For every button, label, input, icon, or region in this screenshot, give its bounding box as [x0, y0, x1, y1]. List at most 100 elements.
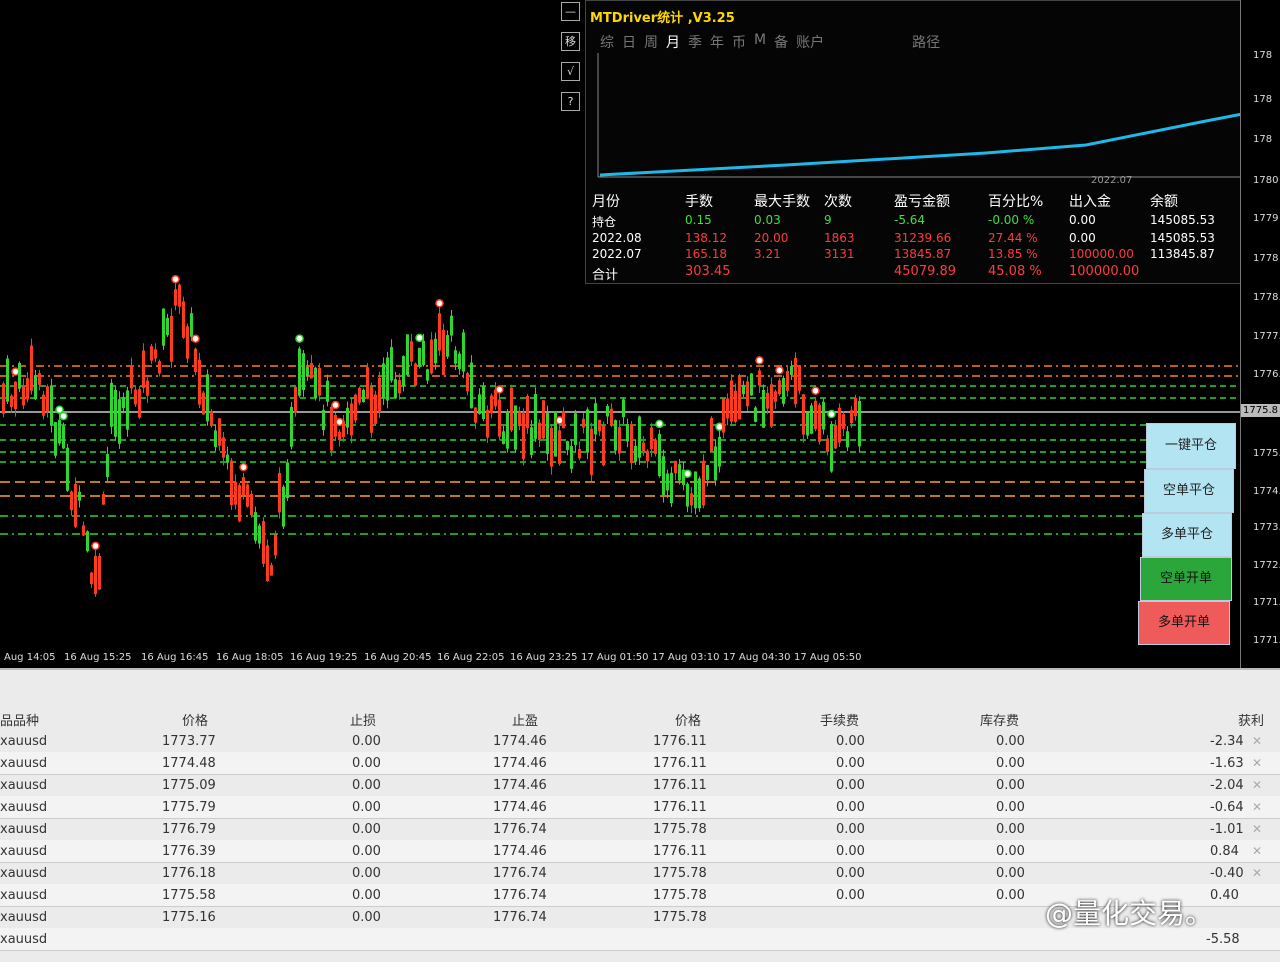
close-position-icon[interactable]: ✕ — [1252, 800, 1262, 814]
candle-body — [90, 572, 93, 585]
candle-body — [582, 418, 585, 428]
minimize-icon[interactable]: — — [561, 2, 580, 21]
candle-body — [818, 404, 821, 442]
col-price[interactable]: 价格 — [182, 710, 208, 729]
open-long-button[interactable]: 多单开单 — [1138, 601, 1230, 645]
close-position-icon[interactable]: ✕ — [1252, 756, 1262, 770]
candle-body — [94, 555, 97, 595]
candle-body — [750, 373, 753, 396]
price-chart[interactable]: — 移 √ ? MTDriver统计 ,V3.25 综 日 周 月 季 年 币 … — [0, 0, 1280, 668]
table-row[interactable]: xauusd 1775.09 0.00 1774.46 1776.11 0.00… — [0, 774, 1280, 797]
tab-year[interactable]: 年 — [710, 32, 724, 52]
tab-week[interactable]: 周 — [644, 32, 658, 52]
cell-pct: 13.85 % — [988, 247, 1038, 261]
col-symbol[interactable]: 品品种 — [0, 710, 39, 729]
candle-body — [238, 485, 241, 522]
tab-currency[interactable]: 币 — [732, 32, 746, 52]
tab-path[interactable]: 路径 — [912, 32, 940, 52]
table-row[interactable]: xauusd 1776.79 0.00 1776.74 1775.78 0.00… — [0, 818, 1280, 841]
candle-body — [278, 472, 281, 513]
tab-day[interactable]: 日 — [622, 32, 636, 52]
tab-quarter[interactable]: 季 — [688, 32, 702, 52]
check-icon[interactable]: √ — [561, 62, 580, 81]
close-position-icon[interactable]: ✕ — [1252, 778, 1262, 792]
cell-pnl: 13845.87 — [894, 247, 952, 261]
price-tick: 1778. — [1253, 292, 1280, 303]
col-profit[interactable]: 获利 — [1238, 710, 1264, 729]
cell-sl: 0.00 — [352, 888, 381, 903]
candle-body — [610, 408, 613, 425]
tab-month[interactable]: 月 — [666, 32, 680, 52]
col-swap[interactable]: 库存费 — [980, 710, 1019, 729]
col-tp[interactable]: 止盈 — [512, 710, 538, 729]
candle-body — [498, 399, 501, 437]
col-sl[interactable]: 止损 — [350, 710, 376, 729]
candle-body — [514, 405, 517, 450]
candle-body — [826, 438, 829, 452]
close-position-icon[interactable]: ✕ — [1252, 734, 1262, 748]
trade-marker — [755, 356, 764, 365]
close-long-button[interactable]: 多单平仓 — [1142, 513, 1232, 557]
tab-m[interactable]: M — [754, 32, 766, 52]
candle-body — [838, 407, 841, 443]
candle-body — [222, 437, 225, 458]
candle-body — [410, 341, 413, 362]
cell-price: 1775.79 — [162, 800, 216, 815]
trade-marker — [191, 334, 200, 343]
close-position-icon[interactable]: ✕ — [1252, 866, 1262, 880]
trade-marker — [827, 409, 836, 419]
candle-body — [26, 378, 29, 400]
cell-price: 1775.09 — [162, 778, 216, 793]
cell-fee: 0.00 — [836, 756, 865, 771]
close-position-icon[interactable]: ✕ — [1252, 844, 1262, 858]
cell-sl: 0.00 — [352, 822, 381, 837]
tab-account[interactable]: 账户 — [796, 32, 824, 52]
table-row[interactable]: xauusd 1776.39 0.00 1774.46 1776.11 0.00… — [0, 840, 1280, 863]
candle-body — [358, 387, 361, 403]
hdr-max-lots: 最大手数 — [754, 194, 810, 210]
candle-body — [346, 407, 349, 428]
candle-body — [86, 531, 89, 552]
candle-body — [78, 491, 81, 501]
candle-body — [594, 403, 597, 435]
col-current-price[interactable]: 价格 — [675, 710, 701, 729]
open-short-button[interactable]: 空单开单 — [1140, 557, 1232, 601]
close-all-button[interactable]: 一键平仓 — [1146, 423, 1236, 469]
candle-body — [370, 386, 373, 433]
trade-marker — [555, 416, 564, 425]
candle-body — [322, 409, 325, 431]
trade-marker — [331, 400, 340, 410]
candle-body — [726, 398, 729, 419]
candle-body — [178, 284, 181, 307]
close-short-button[interactable]: 空单平仓 — [1144, 469, 1234, 513]
candle-body — [710, 418, 713, 452]
current-price-label: 1775.8 — [1241, 404, 1280, 417]
candle-body — [374, 394, 377, 424]
help-icon[interactable]: ? — [561, 92, 580, 111]
candle-body — [326, 380, 329, 402]
col-fee[interactable]: 手续费 — [820, 710, 859, 729]
curve-date-label: 2022.07 — [1091, 175, 1132, 186]
candle-body — [102, 493, 105, 505]
candle-body — [458, 353, 461, 369]
candle-body — [270, 564, 273, 576]
candle-body — [42, 394, 45, 416]
cell-profit: -0.40 — [1210, 866, 1244, 881]
candle-body — [546, 413, 549, 454]
candle-body — [706, 464, 709, 480]
table-row[interactable]: xauusd 1773.77 0.00 1774.46 1776.11 0.00… — [0, 730, 1280, 753]
table-row[interactable]: xauusd 1775.79 0.00 1774.46 1776.11 0.00… — [0, 796, 1280, 819]
candle-body — [318, 367, 321, 396]
candle-body — [170, 315, 173, 362]
table-row[interactable]: xauusd 1774.48 0.00 1774.46 1776.11 0.00… — [0, 752, 1280, 775]
tab-summary[interactable]: 综 — [600, 32, 614, 52]
close-position-icon[interactable]: ✕ — [1252, 822, 1262, 836]
candle-body — [542, 400, 545, 439]
table-row[interactable]: xauusd 1776.18 0.00 1776.74 1775.78 0.00… — [0, 862, 1280, 885]
move-icon[interactable]: 移 — [561, 32, 580, 51]
candle-body — [226, 454, 229, 463]
trade-marker — [415, 333, 424, 343]
cell-symbol: xauusd — [0, 756, 48, 771]
candle-body — [154, 349, 157, 359]
tab-note[interactable]: 备 — [774, 32, 788, 52]
